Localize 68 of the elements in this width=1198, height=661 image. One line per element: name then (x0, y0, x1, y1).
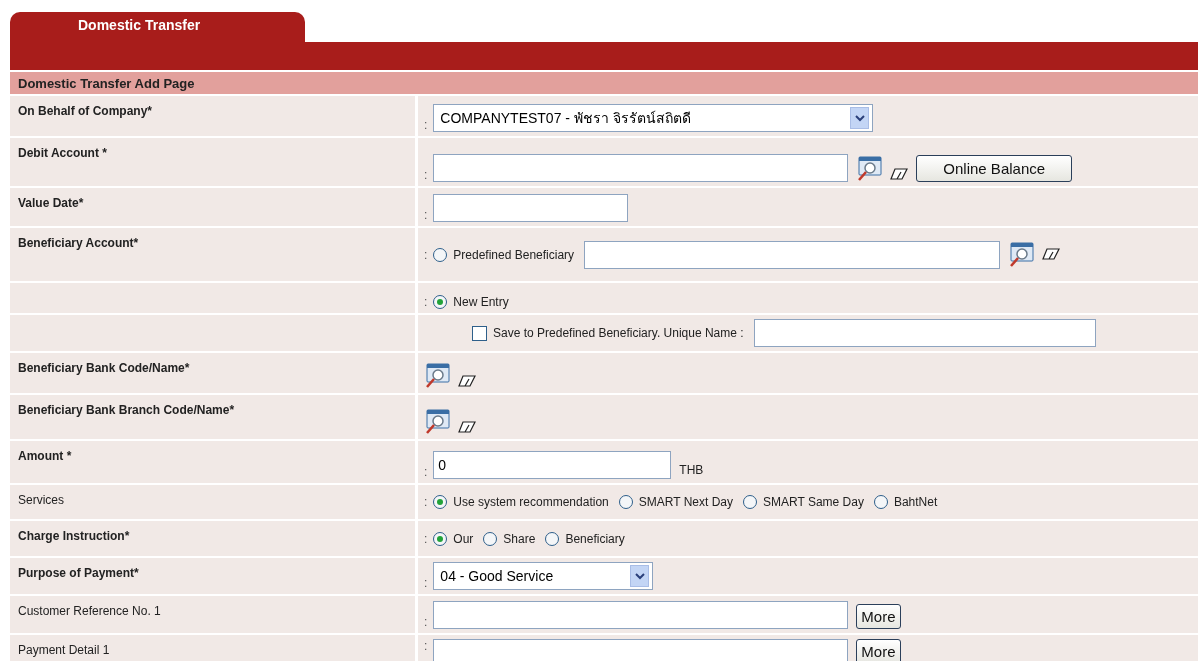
colon: : (424, 576, 428, 590)
field-label: Amount * (18, 449, 72, 463)
field-label: Beneficiary Account* (18, 236, 139, 250)
search-icon[interactable] (424, 363, 450, 389)
colon: : (424, 295, 428, 309)
field-label: Beneficiary Bank Code/Name* (18, 361, 190, 375)
colon: : (424, 615, 428, 629)
radio-button[interactable] (433, 247, 448, 262)
colon: : (424, 531, 428, 546)
checkbox-label: Save to Predefined Beneficiary. Unique Name : (493, 326, 744, 340)
radio-label: Our (453, 531, 474, 546)
checkbox[interactable] (472, 325, 487, 341)
radio-button[interactable] (433, 495, 448, 509)
tab[interactable]: Domestic Transfer (10, 12, 305, 42)
radio-button[interactable] (743, 495, 757, 509)
field-label: Debit Account * (18, 146, 107, 160)
section-title: Domestic Transfer Add Page (10, 72, 1198, 94)
dropdown[interactable]: 04 - Good Service (433, 562, 654, 590)
radio-button[interactable] (433, 295, 448, 309)
radio-label: Predefined Beneficiary (453, 247, 575, 262)
field-label: Charge Instruction* (18, 529, 130, 543)
radio-button[interactable] (618, 495, 633, 509)
input-field[interactable]: 0 (433, 451, 672, 479)
radio-label: BahtNet (893, 495, 938, 509)
caret-icon (634, 572, 645, 580)
eraser-icon[interactable] (890, 168, 909, 180)
colon: : (424, 247, 428, 262)
online-balance-button[interactable]: Online Balance (916, 155, 1073, 182)
radio-button[interactable] (545, 531, 560, 546)
input-field[interactable] (433, 601, 849, 629)
more-button[interactable]: More (856, 604, 901, 629)
search-icon[interactable] (424, 409, 450, 435)
search-icon[interactable] (1008, 241, 1035, 268)
input-field[interactable] (433, 154, 849, 182)
colon: : (424, 208, 428, 222)
radio-label: New Entry (453, 295, 509, 309)
dropdown[interactable]: COMPANYTEST07 - พัชรา จิรรัตน์สถิตดี (433, 104, 874, 132)
colon: : (424, 168, 428, 182)
field-label: Value Date* (18, 196, 84, 210)
input-field[interactable] (753, 319, 1096, 347)
radio-button[interactable] (483, 531, 498, 546)
field-label: Beneficiary Bank Branch Code/Name* (18, 403, 235, 417)
field-label: Payment Detail 1 (18, 643, 110, 657)
radio-label: SMART Next Day (638, 495, 733, 509)
colon: : (424, 118, 428, 132)
colon: : (424, 495, 428, 509)
colon: : (424, 639, 428, 653)
radio-label: SMART Same Day (763, 495, 864, 509)
search-icon[interactable] (856, 156, 883, 182)
colon: : (424, 465, 428, 479)
eraser-icon[interactable] (1042, 247, 1061, 260)
caret-icon (854, 114, 865, 122)
eraser-icon[interactable] (458, 375, 476, 387)
input-field[interactable] (433, 194, 629, 222)
more-button[interactable]: More (856, 639, 901, 661)
field-label: Services (18, 493, 64, 507)
eraser-icon[interactable] (458, 421, 476, 433)
field-label: Purpose of Payment* (18, 566, 139, 580)
radio-label: Use system recommendation (453, 495, 609, 509)
radio-button[interactable] (873, 495, 888, 509)
radio-button[interactable] (433, 531, 448, 546)
radio-label: Beneficiary (565, 531, 625, 546)
field-label: On Behalf of Company* (18, 104, 152, 118)
field-label: Customer Reference No. 1 (18, 604, 161, 618)
input-field[interactable] (433, 639, 849, 661)
radio-label: Share (503, 531, 536, 546)
input-field[interactable] (584, 240, 1001, 269)
currency-label: THB (679, 463, 704, 477)
